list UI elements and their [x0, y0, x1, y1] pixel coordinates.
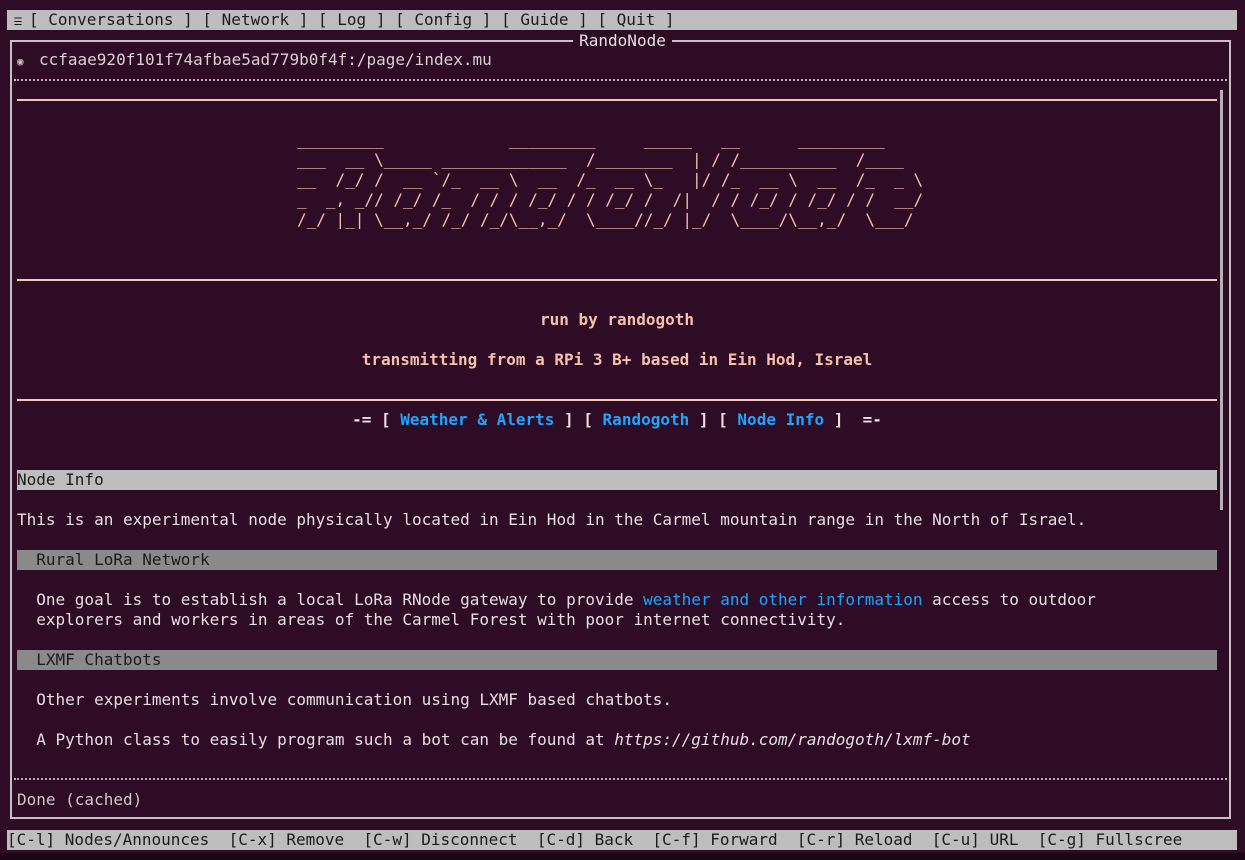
- transmitting-text: transmitting from a RPi 3 B+ based in Ei…: [361, 350, 873, 369]
- nav-link-randogoth[interactable]: Randogoth: [603, 410, 690, 429]
- shortcut-url[interactable]: [C-u] URL: [932, 830, 1019, 849]
- lxmf-text: A Python class to easily program such a …: [17, 730, 615, 749]
- run-by-text: run by randogoth: [539, 310, 695, 329]
- ascii-line: /_/ |_| \__,_/ /_/ /_/\__,_/ \____//_/ |…: [297, 210, 914, 229]
- nav-suffix: ] =-: [824, 410, 882, 429]
- status-text: Done (cached): [17, 790, 143, 809]
- ascii-art-logo: _________ _________ _____ __ _________ _…: [297, 130, 923, 230]
- lxmf-paragraph-line1: Other experiments involve communication …: [17, 690, 673, 709]
- bottom-edge: [0, 853, 1245, 860]
- menu-conversations[interactable]: [ Conversations ]: [29, 10, 193, 29]
- lxmf-paragraph-line2: A Python class to easily program such a …: [17, 730, 1217, 750]
- scrollbar[interactable]: [1220, 90, 1223, 510]
- nav-prefix: -= [: [352, 410, 401, 429]
- menu-guide[interactable]: [ Guide ]: [501, 10, 588, 29]
- rule-top: [17, 99, 1217, 101]
- shortcut-nodes[interactable]: [C-l] Nodes/Announces: [7, 830, 209, 849]
- menu-log[interactable]: [ Log ]: [318, 10, 385, 29]
- globe-icon: ◉: [17, 55, 24, 68]
- nav-sep: ] [: [554, 410, 603, 429]
- shortcut-remove[interactable]: [C-x] Remove: [229, 830, 345, 849]
- ascii-line: __ /_/ / __ `/_ __ \ __ /_ __ \_ |/ /_ _…: [297, 170, 924, 189]
- rural-paragraph-line2: explorers and workers in areas of the Ca…: [17, 610, 846, 629]
- shortcut-forward[interactable]: [C-f] Forward: [652, 830, 777, 849]
- github-url: https://github.com/randogoth/lxmf-bot: [614, 730, 971, 749]
- rule-before-nav: [17, 399, 1217, 401]
- page-nav: -= [ Weather & Alerts ] [ Randogoth ] [ …: [17, 410, 1217, 430]
- hamburger-icon[interactable]: ☰: [7, 13, 29, 33]
- window-title: RandoNode: [0, 31, 1245, 51]
- ascii-line: ___ __ \_____ _____________ /________ | …: [297, 150, 904, 169]
- shortcut-fullscreen[interactable]: [C-g] Fullscree: [1038, 830, 1183, 849]
- rural-text: One goal is to establish a local LoRa RN…: [17, 590, 644, 609]
- shortcut-disconnect[interactable]: [C-w] Disconnect: [363, 830, 517, 849]
- nav-link-node-info[interactable]: Node Info: [737, 410, 824, 429]
- subheading-lxmf-chatbots: LXMF Chatbots: [17, 650, 1217, 670]
- rule-after-logo: [17, 279, 1217, 281]
- menu-quit[interactable]: [ Quit ]: [597, 10, 674, 29]
- rural-text-after: access to outdoor: [922, 590, 1096, 609]
- nav-link-weather[interactable]: Weather & Alerts: [400, 410, 554, 429]
- shortcut-reload[interactable]: [C-r] Reload: [797, 830, 913, 849]
- nav-sep: ] [: [689, 410, 738, 429]
- ascii-line: _ _, _// /_/ /_ / / / /_/ / / /_/ / /| /…: [297, 190, 924, 209]
- top-menu-bar: ☰[ Conversations ] [ Network ] [ Log ] […: [7, 10, 1237, 30]
- ascii-line: _________ _________ _____ __ _________: [297, 130, 885, 149]
- url-text[interactable]: ccfaae920f101f74afbae5ad779b0f4f:/page/i…: [39, 50, 492, 69]
- status-divider: [14, 778, 1227, 780]
- menu-config[interactable]: [ Config ]: [395, 10, 491, 29]
- rural-paragraph-line1: One goal is to establish a local LoRa RN…: [17, 590, 1217, 610]
- menu-network[interactable]: [ Network ]: [202, 10, 308, 29]
- weather-info-link[interactable]: weather and other information: [643, 590, 922, 609]
- shortcut-back[interactable]: [C-d] Back: [537, 830, 633, 849]
- subheading-rural-lora: Rural LoRa Network: [17, 550, 1217, 570]
- address-divider: [14, 79, 1227, 81]
- address-row[interactable]: ◉ ccfaae920f101f74afbae5ad779b0f4f:/page/…: [17, 50, 492, 70]
- section-heading-node-info: Node Info: [17, 470, 1217, 490]
- shortcut-bar: [C-l] Nodes/Announces [C-x] Remove [C-w]…: [7, 830, 1237, 850]
- intro-paragraph: This is an experimental node physically …: [17, 510, 1087, 529]
